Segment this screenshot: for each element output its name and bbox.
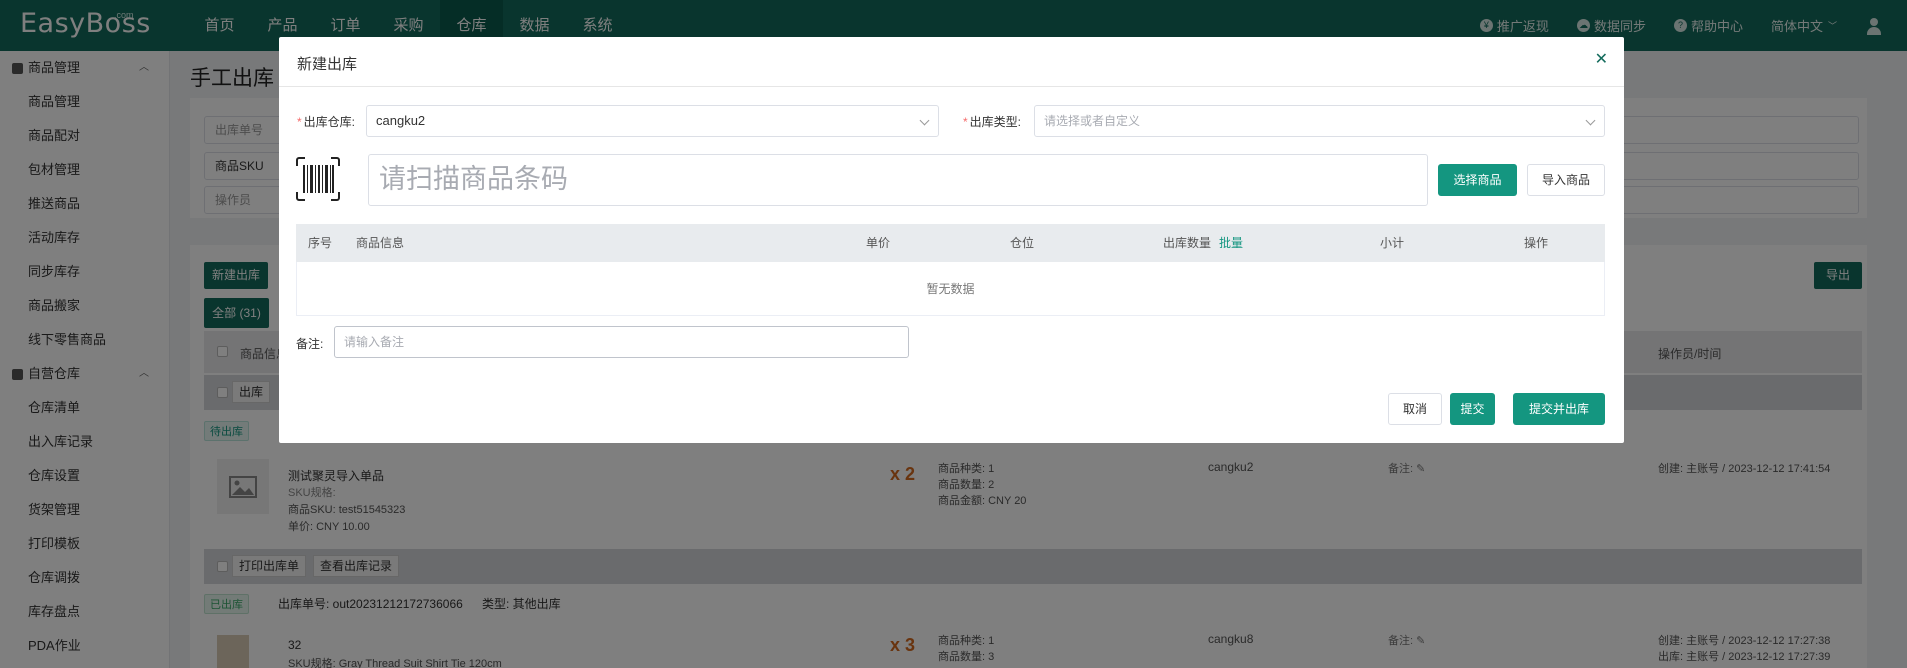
type-field-label: * 出库类型:	[963, 113, 1021, 130]
empty-text: 暂无数据	[926, 282, 975, 296]
warehouse-select[interactable]: cangku2	[366, 105, 939, 137]
type-label-text: 出库类型:	[969, 115, 1022, 129]
type-placeholder: 请选择或者自定义	[1044, 114, 1141, 128]
goods-table-header: 序号 商品信息 单价 仓位 出库数量 批量 小计 操作	[296, 224, 1605, 262]
dialog-title: 新建出库	[297, 56, 358, 73]
required-mark: *	[297, 115, 302, 129]
col-index: 序号	[308, 236, 333, 250]
remark-input[interactable]: 请输入备注	[334, 326, 909, 358]
col-subtotal: 小计	[1380, 236, 1405, 250]
dialog-header: 新建出库 ✕	[279, 37, 1624, 87]
submit-button[interactable]: 提交	[1450, 393, 1495, 425]
remark-field-label: 备注:	[296, 337, 324, 351]
import-goods-button[interactable]: 导入商品	[1527, 164, 1605, 196]
warehouse-field-label: * 出库仓库:	[297, 113, 355, 130]
col-unit-price: 单价	[866, 236, 891, 250]
col-outbound-qty: 出库数量 批量	[1163, 224, 1243, 262]
barcode-scan-icon	[296, 157, 340, 201]
goods-table-body: 暂无数据	[296, 262, 1605, 316]
barcode-scan-input[interactable]: 请扫描商品条码	[368, 154, 1428, 206]
col-actions: 操作	[1524, 236, 1549, 250]
submit-and-outbound-button[interactable]: 提交并出库	[1513, 393, 1605, 425]
select-goods-button[interactable]: 选择商品	[1438, 164, 1517, 196]
batch-link[interactable]: 批量	[1219, 236, 1243, 250]
warehouse-label-text: 出库仓库:	[303, 115, 356, 129]
col-qty-label: 出库数量	[1163, 236, 1212, 250]
outbound-type-select[interactable]: 请选择或者自定义	[1034, 105, 1605, 137]
required-mark: *	[963, 115, 968, 129]
new-outbound-dialog: 新建出库 ✕ * 出库仓库: cangku2 * 出库类型: 请选择或者自定义 请扫…	[279, 37, 1624, 443]
col-location: 仓位	[1010, 236, 1035, 250]
chevron-down-icon	[1585, 115, 1596, 126]
cancel-button[interactable]: 取消	[1388, 393, 1442, 425]
warehouse-value: cangku2	[376, 113, 426, 128]
close-icon[interactable]: ✕	[1595, 49, 1608, 69]
col-goods-info: 商品信息	[356, 236, 405, 250]
chevron-down-icon	[919, 115, 930, 126]
